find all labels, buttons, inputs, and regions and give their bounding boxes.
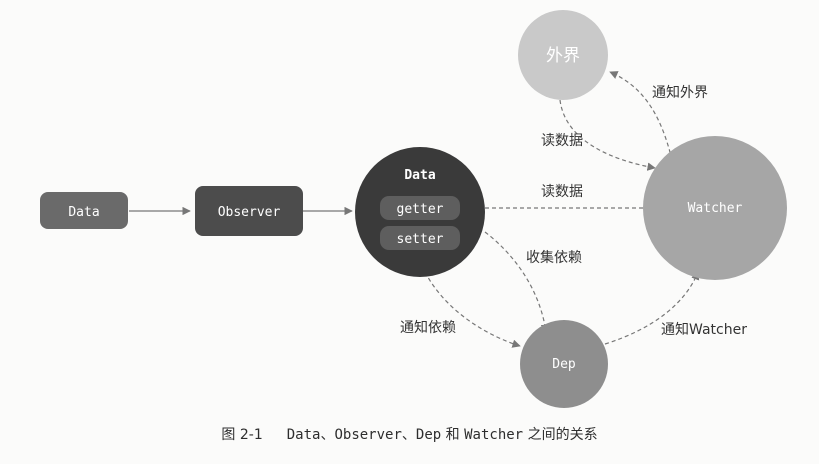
- outside-label: 外界: [546, 46, 580, 66]
- caption-term-dep: Dep: [415, 427, 442, 443]
- caption-suffix: 之间的关系: [523, 427, 598, 443]
- caption-term-watcher: Watcher: [464, 427, 524, 443]
- edge-label-notify-watcher: 通知Watcher: [661, 321, 747, 338]
- relationship-diagram: Data Observer Data getter setter 外界 Watc…: [40, 10, 787, 408]
- edge-label-notify-deps: 通知依赖: [400, 319, 456, 336]
- caption-separator-2: 、: [401, 427, 416, 443]
- caption-connector: 和: [441, 427, 465, 443]
- data-circle-title: Data: [404, 168, 435, 183]
- watcher-node: Watcher: [643, 136, 787, 280]
- dep-label: Dep: [552, 357, 576, 372]
- edge-label-notify-outside: 通知外界: [652, 84, 708, 101]
- setter-label: setter: [397, 232, 444, 247]
- edge-label-read-data-top: 读数据: [541, 132, 583, 149]
- data-box-label: Data: [68, 205, 99, 220]
- data-box: Data: [40, 192, 128, 229]
- edge-getter-to-dep: [484, 231, 550, 333]
- dep-node: Dep: [520, 320, 608, 408]
- caption-term-data: Data: [286, 427, 321, 443]
- watcher-label: Watcher: [688, 201, 743, 216]
- outside-node: 外界: [518, 10, 608, 100]
- caption-separator-1: 、: [320, 427, 335, 443]
- edge-label-read-data-mid: 读数据: [541, 183, 583, 200]
- caption-figure-number: 图 2-1: [221, 427, 263, 443]
- caption-term-observer: Observer: [334, 427, 402, 443]
- figure-caption: 图 2-1 Data、Observer、Dep 和 Watcher 之间的关系: [0, 424, 819, 444]
- edge-label-collect-deps: 收集依赖: [526, 249, 582, 266]
- observer-box-label: Observer: [218, 205, 281, 220]
- observer-box: Observer: [195, 186, 303, 236]
- getter-label: getter: [397, 202, 444, 217]
- data-circle: Data getter setter: [355, 147, 485, 277]
